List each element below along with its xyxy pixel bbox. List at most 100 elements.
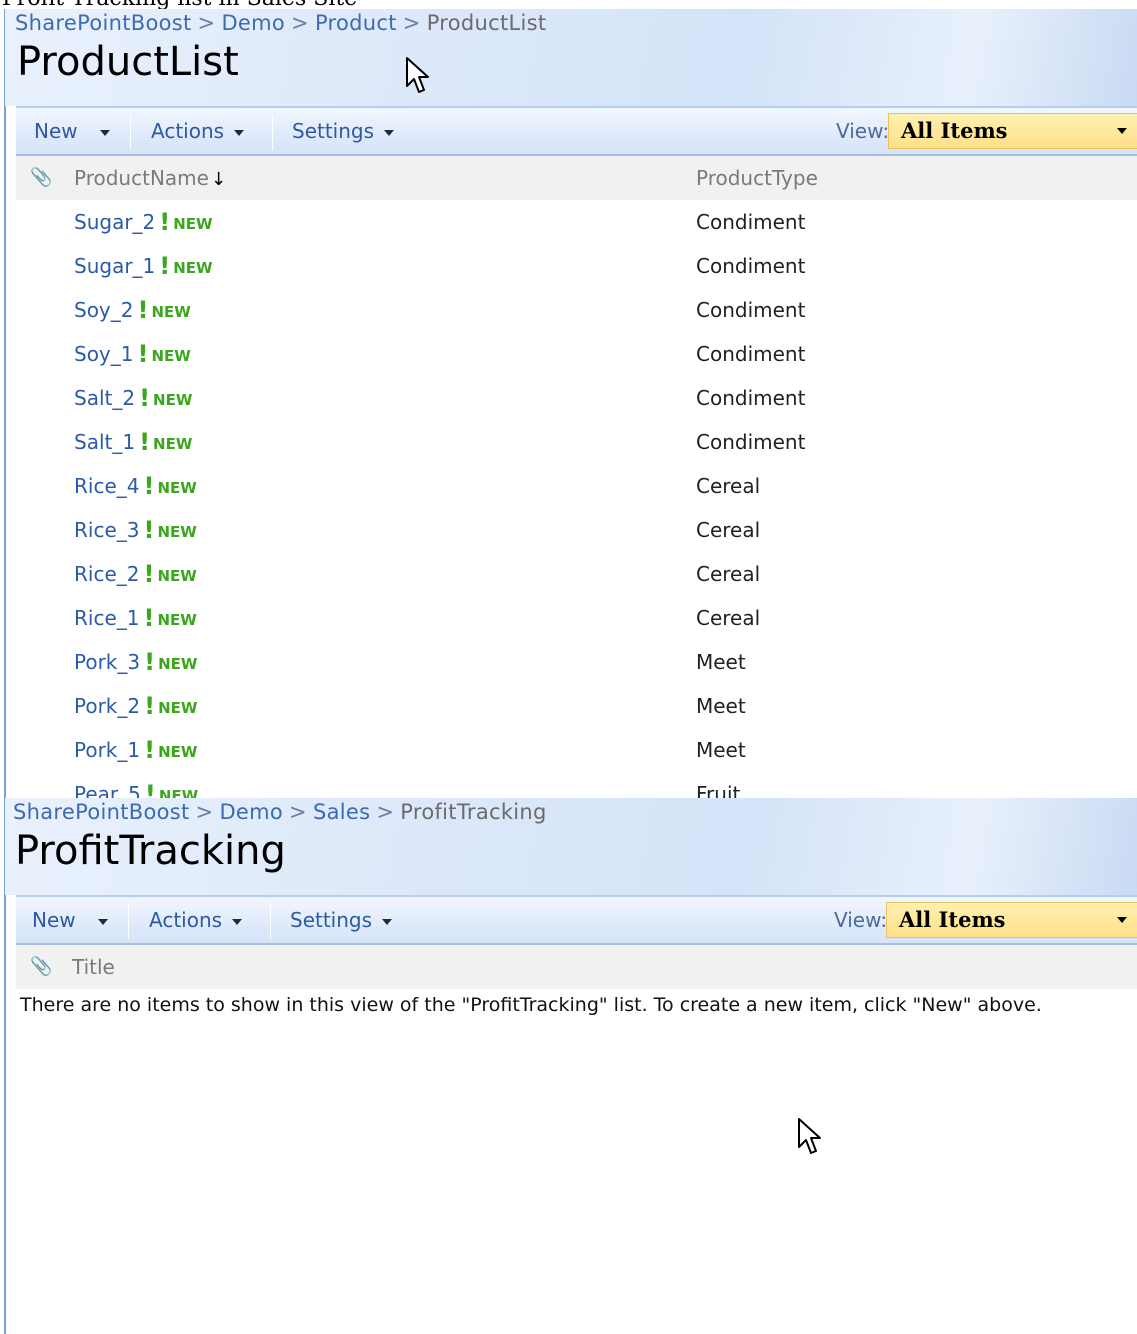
table-row[interactable]: Sugar_2! NEW Condiment <box>16 200 1137 244</box>
sort-descending-icon: ↓ <box>210 169 227 190</box>
new-exclamation-icon: ! <box>139 428 151 456</box>
page-header: SharePointBoost > Demo > Sales > ProfitTrackin… <box>5 798 1137 895</box>
new-item-badge: ! NEW <box>143 464 196 510</box>
product-name-text: Sugar_2 <box>74 210 156 234</box>
breadcrumb-link-demo[interactable]: Demo <box>221 11 285 35</box>
product-name-link[interactable]: Salt_2! NEW <box>74 376 192 422</box>
product-name-link[interactable]: Soy_2! NEW <box>74 288 191 334</box>
product-type-cell: Meet <box>696 650 746 674</box>
product-name-text: Sugar_1 <box>74 254 156 278</box>
toolbar-divider <box>270 903 271 939</box>
new-menu-button[interactable]: New <box>32 897 108 943</box>
table-row[interactable]: Soy_2! NEW Condiment <box>16 288 1137 332</box>
settings-menu-label: Settings <box>292 119 375 143</box>
product-type-cell: Cereal <box>696 518 761 542</box>
breadcrumb-separator: > <box>197 11 216 35</box>
page-header: SharePointBoost > Demo > Product > ProductList… <box>5 9 1137 106</box>
product-name-text: Soy_1 <box>74 342 134 366</box>
table-row[interactable]: Pork_1! NEW Meet <box>16 728 1137 772</box>
product-name-link[interactable]: Pear_5! NEW <box>74 772 198 798</box>
table-row[interactable]: Soy_1! NEW Condiment <box>16 332 1137 376</box>
column-header-productname[interactable]: ProductName ↓ <box>74 156 226 202</box>
new-badge-text: NEW <box>158 743 198 761</box>
chevron-down-icon <box>382 918 393 925</box>
mouse-cursor-icon <box>798 1118 821 1154</box>
list-rows: Sugar_2! NEW Condiment Sugar_1! NEW Condiment… <box>16 200 1137 798</box>
view-select[interactable]: All Items <box>886 902 1137 938</box>
attachment-icon: 📎 <box>30 956 53 977</box>
actions-menu-button[interactable]: Actions <box>151 108 245 154</box>
new-exclamation-icon: ! <box>143 604 155 632</box>
toolbar-divider <box>272 114 273 150</box>
settings-menu-button[interactable]: Settings <box>292 108 395 154</box>
new-item-badge: ! NEW <box>139 420 192 466</box>
table-row[interactable]: Rice_3! NEW Cereal <box>16 508 1137 552</box>
table-row[interactable]: Sugar_1! NEW Condiment <box>16 244 1137 288</box>
product-name-link[interactable]: Salt_1! NEW <box>74 420 192 466</box>
actions-menu-button[interactable]: Actions <box>149 897 243 943</box>
product-type-cell: Condiment <box>696 430 806 454</box>
new-menu-label: New <box>32 908 76 932</box>
new-exclamation-icon: ! <box>143 560 155 588</box>
product-name-link[interactable]: Sugar_1! NEW <box>74 244 213 290</box>
empty-list-message: There are no items to show in this view … <box>20 994 1042 1016</box>
view-select[interactable]: All Items <box>888 113 1137 149</box>
product-name-link[interactable]: Rice_1! NEW <box>74 596 197 642</box>
left-border <box>0 9 6 798</box>
view-select-value: All Items <box>899 907 1006 932</box>
new-menu-button[interactable]: New <box>34 108 110 154</box>
new-item-badge: ! NEW <box>159 244 212 290</box>
page-title: ProductList <box>17 39 239 85</box>
view-select-value: All Items <box>901 118 1008 143</box>
new-badge-text: NEW <box>158 787 199 798</box>
new-item-badge: ! NEW <box>159 200 212 246</box>
product-name-link[interactable]: Rice_4! NEW <box>74 464 197 510</box>
new-exclamation-icon: ! <box>144 692 156 720</box>
new-exclamation-icon: ! <box>143 516 155 544</box>
new-exclamation-icon: ! <box>144 780 156 798</box>
table-row[interactable]: Salt_2! NEW Condiment <box>16 376 1137 420</box>
product-name-text: Rice_4 <box>74 474 140 498</box>
new-item-badge: ! NEW <box>139 376 192 422</box>
list-toolbar: New Actions Settings View: All Items <box>16 106 1137 156</box>
new-badge-text: NEW <box>153 435 193 453</box>
chevron-down-icon <box>1117 917 1127 923</box>
table-row[interactable]: Salt_1! NEW Condiment <box>16 420 1137 464</box>
product-name-link[interactable]: Soy_1! NEW <box>74 332 191 378</box>
table-row[interactable]: Pork_3! NEW Meet <box>16 640 1137 684</box>
table-row[interactable]: Pork_2! NEW Meet <box>16 684 1137 728</box>
column-header-title[interactable]: Title <box>72 945 115 989</box>
breadcrumb: SharePointBoost > Demo > Sales > ProfitTrackin… <box>13 800 547 824</box>
toolbar-divider <box>128 903 129 939</box>
product-name-link[interactable]: Sugar_2! NEW <box>74 200 213 246</box>
product-type-cell: Condiment <box>696 342 806 366</box>
toolbar-divider <box>130 114 131 150</box>
new-exclamation-icon: ! <box>144 736 156 764</box>
new-badge-text: NEW <box>158 699 198 717</box>
breadcrumb-link-site[interactable]: SharePointBoost <box>13 800 190 824</box>
settings-menu-button[interactable]: Settings <box>290 897 393 943</box>
product-type-cell: Condiment <box>696 210 806 234</box>
breadcrumb-link-product[interactable]: Product <box>315 11 397 35</box>
product-name-link[interactable]: Pork_3! NEW <box>74 640 197 686</box>
product-name-link[interactable]: Rice_3! NEW <box>74 508 197 554</box>
chevron-down-icon <box>99 129 110 136</box>
page-title: ProfitTracking <box>15 828 286 874</box>
new-badge-text: NEW <box>158 655 198 673</box>
column-header-producttype[interactable]: ProductType <box>696 156 818 200</box>
breadcrumb-link-sales[interactable]: Sales <box>313 800 370 824</box>
table-row[interactable]: Rice_4! NEW Cereal <box>16 464 1137 508</box>
product-name-link[interactable]: Rice_2! NEW <box>74 552 197 598</box>
product-name-link[interactable]: Pork_1! NEW <box>74 728 197 774</box>
table-row[interactable]: Rice_2! NEW Cereal <box>16 552 1137 596</box>
mouse-cursor-icon <box>406 57 429 93</box>
breadcrumb-link-demo[interactable]: Demo <box>219 800 283 824</box>
new-badge-text: NEW <box>173 259 213 277</box>
table-row[interactable]: Rice_1! NEW Cereal <box>16 596 1137 640</box>
new-item-badge: ! NEW <box>138 288 191 334</box>
product-name-link[interactable]: Pork_2! NEW <box>74 684 197 730</box>
breadcrumb-link-site[interactable]: SharePointBoost <box>15 11 192 35</box>
table-row[interactable]: Pear_5! NEW Fruit <box>16 772 1137 798</box>
product-name-text: Pear_5 <box>74 782 141 798</box>
new-item-badge: ! NEW <box>144 640 197 686</box>
